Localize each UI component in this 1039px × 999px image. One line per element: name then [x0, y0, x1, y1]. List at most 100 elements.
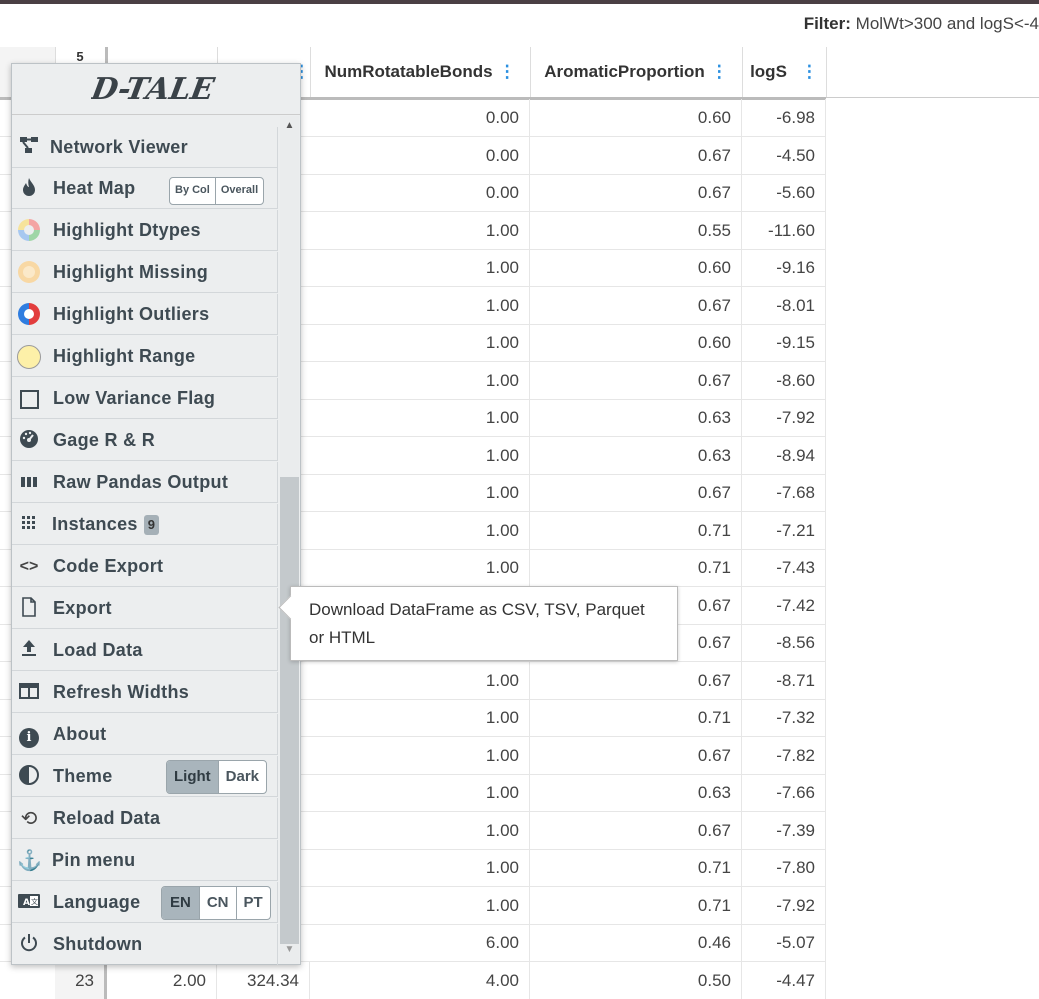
menu-item-load-data[interactable]: Load Data [12, 630, 278, 671]
cell-logs[interactable]: -7.68 [742, 474, 826, 511]
scroll-up-arrow-icon[interactable]: ▲ [280, 120, 299, 134]
table-row[interactable]: 23 2.00 324.34 4.00 0.50 -4.47 [0, 962, 826, 999]
cell-aromatic-proportion[interactable]: 0.67 [530, 136, 742, 174]
cell-num-rotatable-bonds[interactable]: 1.00 [310, 886, 530, 924]
cell-num-rotatable-bonds[interactable]: 0.00 [310, 174, 530, 211]
menu-item-network-viewer[interactable]: Network Viewer [12, 127, 278, 168]
cell-num-rotatable-bonds[interactable]: 1.00 [310, 436, 530, 474]
cell-aromatic-proportion[interactable]: 0.67 [530, 661, 742, 699]
header-logs[interactable]: logS ⋮ [742, 47, 827, 97]
cell-num-rotatable-bonds[interactable]: 0.00 [310, 136, 530, 174]
cell-num-rotatable-bonds[interactable]: 1.00 [310, 661, 530, 699]
cell-aromatic-proportion[interactable]: 0.60 [530, 99, 742, 136]
menu-item-highlight-missing[interactable]: Highlight Missing [12, 252, 278, 293]
menu-item-language[interactable]: A文 Language EN CN PT [12, 882, 278, 923]
column-menu-icon[interactable]: ⋮ [711, 62, 728, 81]
cell-logs[interactable]: -11.60 [742, 211, 826, 249]
menu-item-code-export[interactable]: <> Code Export [12, 546, 278, 587]
menu-item-about[interactable]: i About [12, 714, 278, 755]
column-menu-icon[interactable]: ⋮ [801, 62, 818, 81]
cell-aromatic-proportion[interactable]: 0.67 [530, 811, 742, 849]
cell-num-rotatable-bonds[interactable]: 1.00 [310, 249, 530, 286]
menu-item-highlight-range[interactable]: Highlight Range [12, 336, 278, 377]
cell-aromatic-proportion[interactable]: 0.71 [530, 549, 742, 586]
cell-logs[interactable]: -7.82 [742, 736, 826, 774]
cell-logs[interactable]: -7.92 [742, 886, 826, 924]
cell-aromatic-proportion[interactable]: 0.60 [530, 324, 742, 361]
cell-aromatic-proportion[interactable]: 0.63 [530, 399, 742, 436]
menu-item-shutdown[interactable]: Shutdown [12, 924, 278, 965]
language-cn-button[interactable]: CN [198, 887, 236, 919]
cell-num-rotatable-bonds[interactable]: 1.00 [310, 361, 530, 399]
cell-aromatic-proportion[interactable]: 0.71 [530, 849, 742, 886]
header-aromatic-proportion[interactable]: AromaticProportion ⋮ [530, 47, 743, 97]
language-en-button[interactable]: EN [162, 887, 199, 919]
cell-num-rotatable-bonds[interactable]: 1.00 [310, 849, 530, 886]
menu-item-gage-rr[interactable]: Gage R & R [12, 420, 278, 461]
cell-aromatic-proportion[interactable]: 0.71 [530, 511, 742, 549]
cell-logs[interactable]: -8.94 [742, 436, 826, 474]
menu-item-highlight-dtypes[interactable]: Highlight Dtypes [12, 210, 278, 251]
scroll-down-arrow-icon[interactable]: ▼ [280, 944, 299, 958]
cell-logs[interactable]: -7.42 [742, 586, 826, 624]
cell-num-rotatable-bonds[interactable]: 1.00 [310, 324, 530, 361]
cell-aromatic-proportion[interactable]: 0.67 [530, 474, 742, 511]
cell-num-rotatable-bonds[interactable]: 1.00 [310, 399, 530, 436]
menu-item-low-variance-flag[interactable]: Low Variance Flag [12, 378, 278, 419]
cell-num-rotatable-bonds[interactable]: 1.00 [310, 474, 530, 511]
cell-logs[interactable]: -5.07 [742, 924, 826, 961]
menu-item-export[interactable]: Export [12, 588, 278, 629]
cell-logs[interactable]: -8.01 [742, 286, 826, 324]
by-col-button[interactable]: By Col [170, 178, 215, 204]
cell-aromatic-proportion[interactable]: 0.71 [530, 699, 742, 736]
cell-logs[interactable]: -7.43 [742, 549, 826, 586]
cell-aromatic-proportion[interactable]: 0.55 [530, 211, 742, 249]
cell[interactable]: 324.34 [217, 962, 310, 999]
cell-logs[interactable]: -7.92 [742, 399, 826, 436]
theme-dark-button[interactable]: Dark [217, 761, 266, 793]
cell-logs[interactable]: -4.47 [742, 962, 826, 999]
cell-aromatic-proportion[interactable]: 0.67 [530, 174, 742, 211]
menu-item-pin-menu[interactable]: ⚓ Pin menu [12, 840, 278, 881]
cell-logs[interactable]: -7.32 [742, 699, 826, 736]
cell-num-rotatable-bonds[interactable]: 1.00 [310, 549, 530, 586]
cell-num-rotatable-bonds[interactable]: 1.00 [310, 511, 530, 549]
menu-item-instances[interactable]: Instances 9 [12, 504, 278, 545]
menu-item-highlight-outliers[interactable]: Highlight Outliers [12, 294, 278, 335]
cell[interactable]: 2.00 [107, 962, 217, 999]
cell-logs[interactable]: -4.50 [742, 136, 826, 174]
cell-num-rotatable-bonds[interactable]: 1.00 [310, 736, 530, 774]
cell-logs[interactable]: -8.71 [742, 661, 826, 699]
cell-num-rotatable-bonds[interactable]: 4.00 [310, 962, 530, 999]
cell-num-rotatable-bonds[interactable]: 1.00 [310, 811, 530, 849]
cell-logs[interactable]: -7.39 [742, 811, 826, 849]
cell-aromatic-proportion[interactable]: 0.50 [530, 962, 742, 999]
cell-logs[interactable]: -7.66 [742, 774, 826, 811]
cell-aromatic-proportion[interactable]: 0.46 [530, 924, 742, 961]
filter-label[interactable]: Filter: MolWt>300 and logS<-4 [804, 14, 1039, 34]
language-pt-button[interactable]: PT [235, 887, 270, 919]
cell-logs[interactable]: -9.15 [742, 324, 826, 361]
cell-num-rotatable-bonds[interactable]: 1.00 [310, 211, 530, 249]
cell-logs[interactable]: -7.21 [742, 511, 826, 549]
theme-light-button[interactable]: Light [167, 761, 218, 793]
cell-num-rotatable-bonds[interactable]: 1.00 [310, 286, 530, 324]
cell-logs[interactable]: -8.56 [742, 624, 826, 661]
cell-num-rotatable-bonds[interactable]: 6.00 [310, 924, 530, 961]
header-num-rotatable-bonds[interactable]: NumRotatableBonds ⋮ [310, 47, 531, 97]
cell-aromatic-proportion[interactable]: 0.60 [530, 249, 742, 286]
menu-scrollbar-thumb[interactable] [280, 477, 299, 944]
cell-num-rotatable-bonds[interactable]: 0.00 [310, 99, 530, 136]
cell-logs[interactable]: -5.60 [742, 174, 826, 211]
cell-aromatic-proportion[interactable]: 0.67 [530, 286, 742, 324]
cell-aromatic-proportion[interactable]: 0.67 [530, 361, 742, 399]
cell-logs[interactable]: -7.80 [742, 849, 826, 886]
menu-item-theme[interactable]: Theme Light Dark [12, 756, 278, 797]
cell-logs[interactable]: -8.60 [742, 361, 826, 399]
overall-button[interactable]: Overall [214, 178, 263, 204]
menu-item-refresh-widths[interactable]: Refresh Widths [12, 672, 278, 713]
cell-aromatic-proportion[interactable]: 0.67 [530, 736, 742, 774]
cell-logs[interactable]: -6.98 [742, 99, 826, 136]
column-menu-icon[interactable]: ⋮ [499, 62, 516, 81]
cell-aromatic-proportion[interactable]: 0.71 [530, 886, 742, 924]
